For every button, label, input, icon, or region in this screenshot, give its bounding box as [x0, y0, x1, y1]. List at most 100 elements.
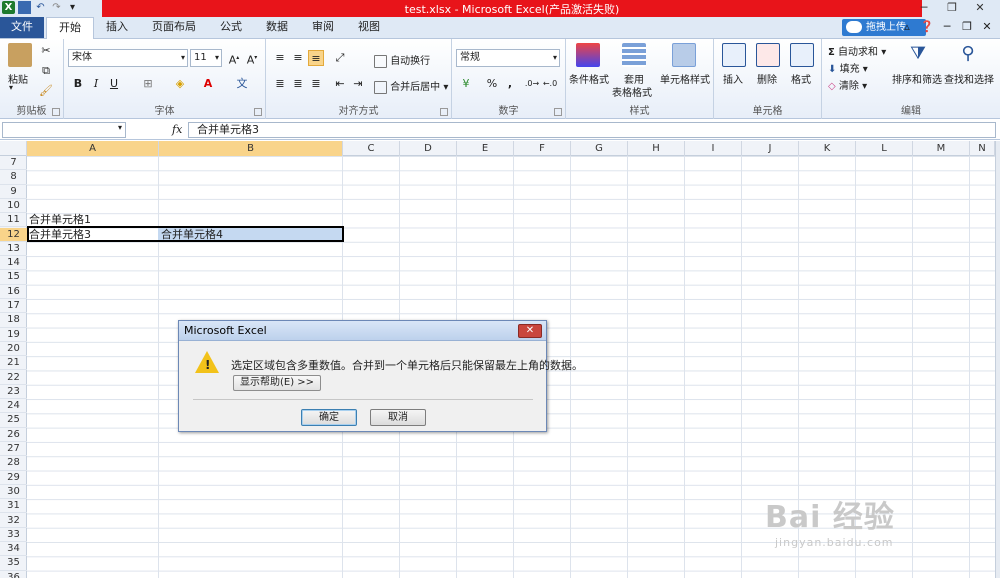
autosum-button[interactable]: Σ 自动求和 ▾: [828, 43, 886, 58]
column-header-e[interactable]: E: [457, 141, 514, 156]
name-box[interactable]: ▾: [2, 122, 126, 138]
insert-cells-button[interactable]: 插入: [723, 71, 743, 86]
insert-function-icon[interactable]: fx: [172, 123, 182, 136]
column-header-i[interactable]: I: [685, 141, 742, 156]
table-format-line2[interactable]: 表格格式: [612, 84, 652, 99]
delete-cells-button[interactable]: 删除: [757, 71, 777, 86]
tab-formulas[interactable]: 公式: [208, 17, 254, 38]
merge-center-button[interactable]: 合并后居中 ▾: [374, 78, 448, 94]
tab-review[interactable]: 审阅: [300, 17, 346, 38]
row-header-22[interactable]: 22: [0, 371, 27, 385]
align-center-icon[interactable]: ≣: [290, 76, 306, 92]
show-help-button[interactable]: 显示帮助(E) >>: [233, 375, 321, 391]
row-header-16[interactable]: 16: [0, 285, 27, 299]
row-header-34[interactable]: 34: [0, 542, 27, 557]
column-header-b[interactable]: B: [159, 141, 343, 156]
underline-button[interactable]: U: [106, 76, 122, 92]
undo-icon[interactable]: ↶: [34, 1, 47, 14]
column-header-f[interactable]: F: [514, 141, 571, 156]
phonetic-icon[interactable]: 文: [234, 76, 250, 92]
decrease-decimal-icon[interactable]: ←.0: [542, 76, 558, 92]
row-header-31[interactable]: 31: [0, 499, 27, 514]
orientation-icon[interactable]: ⤢: [332, 50, 348, 66]
column-header-a[interactable]: A: [27, 141, 159, 156]
ok-button[interactable]: 确定: [301, 409, 357, 426]
cell-a11[interactable]: 合并单元格1: [29, 213, 91, 226]
paste-icon[interactable]: [8, 43, 32, 67]
ribbon-minimize-icon[interactable]: ▵: [900, 20, 914, 33]
bold-button[interactable]: B: [70, 76, 86, 92]
row-header-7[interactable]: 7: [0, 156, 27, 171]
tab-insert[interactable]: 插入: [94, 17, 140, 38]
row-header-9[interactable]: 9: [0, 185, 27, 199]
align-bottom-icon[interactable]: ≡: [308, 50, 324, 66]
font-name-select[interactable]: 宋体 ▾: [68, 49, 188, 67]
row-header-24[interactable]: 24: [0, 399, 27, 414]
currency-icon[interactable]: ¥: [458, 76, 474, 92]
font-size-select[interactable]: 11 ▾: [190, 49, 222, 67]
row-header-28[interactable]: 28: [0, 456, 27, 471]
row-header-26[interactable]: 26: [0, 428, 27, 442]
row-header-25[interactable]: 25: [0, 413, 27, 428]
column-header-n[interactable]: N: [970, 141, 995, 156]
column-header-k[interactable]: K: [799, 141, 856, 156]
column-header-j[interactable]: J: [742, 141, 799, 156]
row-header-17[interactable]: 17: [0, 299, 27, 314]
format-cells-button[interactable]: 格式: [791, 71, 811, 86]
close-window-icon[interactable]: ✕: [966, 0, 994, 17]
row-header-15[interactable]: 15: [0, 270, 27, 285]
clear-button[interactable]: ◇ 清除 ▾: [828, 77, 867, 92]
row-header-10[interactable]: 10: [0, 199, 27, 214]
row-header-29[interactable]: 29: [0, 471, 27, 485]
tab-data[interactable]: 数据: [254, 17, 300, 38]
find-binoculars-icon[interactable]: ⚲: [956, 43, 980, 67]
column-header-d[interactable]: D: [400, 141, 457, 156]
row-header-33[interactable]: 33: [0, 528, 27, 543]
column-header-h[interactable]: H: [628, 141, 685, 156]
align-left-icon[interactable]: ≣: [272, 76, 288, 92]
tab-file[interactable]: 文件: [0, 17, 44, 38]
font-color-icon[interactable]: A: [200, 76, 216, 92]
tab-view[interactable]: 视图: [346, 17, 392, 38]
number-format-select[interactable]: 常规 ▾: [456, 49, 560, 67]
cancel-button[interactable]: 取消: [370, 409, 426, 426]
row-header-12[interactable]: 12: [0, 227, 27, 242]
minimize-icon[interactable]: ─: [910, 0, 938, 17]
row-header-8[interactable]: 8: [0, 170, 27, 185]
number-launcher-icon[interactable]: [554, 108, 562, 116]
cell-styles-button[interactable]: 单元格样式: [660, 71, 710, 86]
row-header-21[interactable]: 21: [0, 356, 27, 371]
redo-icon[interactable]: ↷: [50, 1, 63, 14]
paste-dropdown-icon[interactable]: ▾: [9, 83, 13, 92]
percent-button[interactable]: %: [484, 76, 500, 92]
insert-cells-icon[interactable]: [722, 43, 746, 67]
copy-icon[interactable]: ⧉: [38, 63, 54, 79]
tab-home[interactable]: 开始: [46, 17, 94, 39]
workbook-restore-icon[interactable]: ❐: [960, 20, 974, 33]
row-header-20[interactable]: 20: [0, 342, 27, 357]
alignment-launcher-icon[interactable]: [440, 108, 448, 116]
wrap-text-button[interactable]: 自动换行: [374, 52, 430, 68]
cell-a12[interactable]: 合并单元格3: [29, 228, 91, 241]
increase-indent-icon[interactable]: ⇥: [350, 76, 366, 92]
align-top-icon[interactable]: ≡: [272, 50, 288, 66]
row-header-27[interactable]: 27: [0, 442, 27, 457]
sort-filter-icon[interactable]: ⧩: [906, 43, 930, 67]
column-header-c[interactable]: C: [343, 141, 400, 156]
tab-page-layout[interactable]: 页面布局: [140, 17, 208, 38]
column-header-m[interactable]: M: [913, 141, 970, 156]
formula-input[interactable]: 合并单元格3: [188, 122, 996, 138]
shrink-font-icon[interactable]: A▾: [244, 50, 260, 67]
row-header-36[interactable]: 36: [0, 571, 27, 578]
conditional-format-icon[interactable]: [576, 43, 600, 67]
find-select-button[interactable]: 查找和选择: [944, 71, 994, 86]
row-header-18[interactable]: 18: [0, 313, 27, 328]
row-header-23[interactable]: 23: [0, 385, 27, 400]
sort-filter-button[interactable]: 排序和筛选: [892, 71, 942, 86]
italic-button[interactable]: I: [88, 76, 104, 92]
clipboard-launcher-icon[interactable]: [52, 108, 60, 116]
fill-button[interactable]: ⬇ 填充 ▾: [828, 60, 868, 75]
row-header-30[interactable]: 30: [0, 485, 27, 500]
borders-icon[interactable]: ⊞: [140, 76, 156, 92]
fill-color-icon[interactable]: ◈: [172, 76, 188, 92]
